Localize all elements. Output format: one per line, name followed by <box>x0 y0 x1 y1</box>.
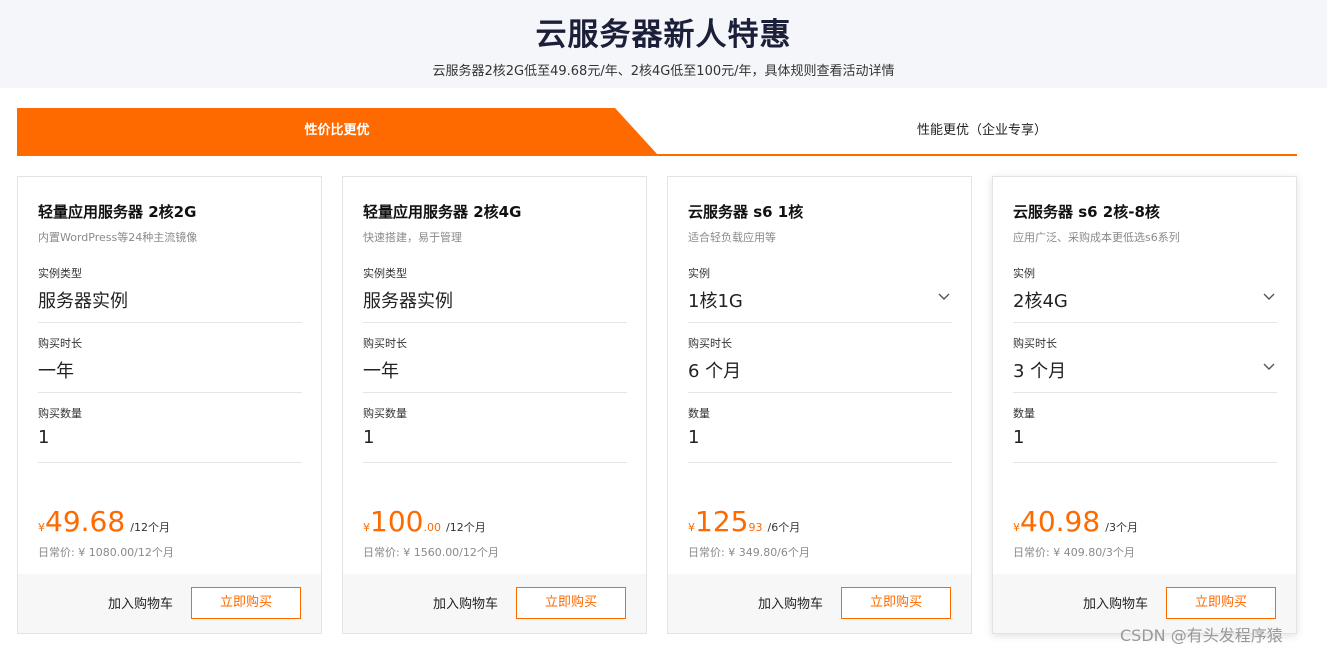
price: ¥49.68 /12个月 <box>38 505 170 538</box>
duration-label: 购买时长 <box>38 337 82 350</box>
divider <box>688 322 952 323</box>
duration-select-value: 3 个月 <box>1013 361 1067 382</box>
watermark: CSDN @有头发程序猿 <box>1120 626 1283 645</box>
promo-banner: 云服务器新人特惠 云服务器2核2G低至49.68元/年、2核4G低至100元/年… <box>0 0 1327 88</box>
duration-select[interactable]: 3 个月 <box>1013 357 1277 383</box>
page-subtitle: 云服务器2核2G低至49.68元/年、2核4G低至100元/年，具体规则查看活动… <box>432 64 895 79</box>
card-description: 内置WordPress等24种主流镜像 <box>38 231 198 244</box>
instance-select[interactable]: 2核4G <box>1013 287 1277 313</box>
buy-now-button[interactable]: 立即购买 <box>1166 587 1276 619</box>
add-to-cart-button[interactable]: 加入购物车 <box>108 593 173 612</box>
quantity-value: 1 <box>363 427 375 448</box>
product-card: 轻量应用服务器 2核2G 内置WordPress等24种主流镜像 实例类型 服务… <box>17 176 322 634</box>
regular-price: 日常价: ¥ 349.80/6个月 <box>688 546 810 559</box>
price-unit: /12个月 <box>130 521 170 534</box>
duration-value: 一年 <box>363 361 399 382</box>
divider <box>363 392 627 393</box>
quantity-value: 1 <box>688 427 700 448</box>
currency-symbol: ¥ <box>363 521 370 534</box>
card-title: 云服务器 s6 1核 <box>688 203 804 221</box>
instance-select-value: 2核4G <box>1013 291 1068 312</box>
instance-type-label: 实例类型 <box>38 267 82 280</box>
buy-now-button[interactable]: 立即购买 <box>841 587 951 619</box>
instance-label: 实例 <box>1013 267 1035 280</box>
tab-value[interactable]: 性价比更优 <box>17 108 657 154</box>
price: ¥12593 /6个月 <box>688 505 800 538</box>
duration-label: 购买时长 <box>1013 337 1057 350</box>
price: ¥40.98 /3个月 <box>1013 505 1138 538</box>
price: ¥100.00 /12个月 <box>363 505 486 538</box>
page-title: 云服务器新人特惠 <box>535 17 792 53</box>
divider <box>363 322 627 323</box>
card-title: 轻量应用服务器 2核4G <box>363 203 522 221</box>
add-to-cart-button[interactable]: 加入购物车 <box>1083 593 1148 612</box>
price-decimal: 93 <box>748 521 763 534</box>
price-unit: /3个月 <box>1105 521 1138 534</box>
currency-symbol: ¥ <box>688 521 695 534</box>
instance-select-value: 1核1G <box>688 291 743 312</box>
divider <box>1013 462 1277 463</box>
instance-label: 实例 <box>688 267 710 280</box>
card-footer: 加入购物车 立即购买 <box>668 574 971 633</box>
buy-now-button[interactable]: 立即购买 <box>516 587 626 619</box>
divider <box>38 462 302 463</box>
duration-label: 购买时长 <box>363 337 407 350</box>
divider <box>38 392 302 393</box>
price-unit: /6个月 <box>767 521 801 534</box>
quantity-value: 1 <box>38 427 50 448</box>
regular-price: 日常价: ¥ 409.80/3个月 <box>1013 546 1135 559</box>
card-title: 云服务器 s6 2核-8核 <box>1013 203 1160 221</box>
divider <box>1013 322 1277 323</box>
duration-label: 购买时长 <box>688 337 732 350</box>
add-to-cart-button[interactable]: 加入购物车 <box>433 593 498 612</box>
price-amount: 125 <box>695 505 749 538</box>
regular-price: 日常价: ¥ 1080.00/12个月 <box>38 546 174 559</box>
duration-value: 6 个月 <box>688 361 742 382</box>
divider <box>1013 392 1277 393</box>
divider <box>38 322 302 323</box>
divider <box>688 392 952 393</box>
price-amount: 40.98 <box>1020 505 1101 538</box>
regular-price: 日常价: ¥ 1560.00/12个月 <box>363 546 499 559</box>
chevron-down-icon <box>938 293 950 300</box>
currency-symbol: ¥ <box>1013 521 1020 534</box>
instance-type-value: 服务器实例 <box>38 291 128 312</box>
add-to-cart-button[interactable]: 加入购物车 <box>758 593 823 612</box>
instance-type-label: 实例类型 <box>363 267 407 280</box>
product-card: 云服务器 s6 1核 适合轻负载应用等 实例 1核1G 购买时长 6 个月 数量… <box>667 176 972 634</box>
card-description: 适合轻负载应用等 <box>688 231 776 244</box>
card-footer: 加入购物车 立即购买 <box>18 574 321 633</box>
tab-bar: 性价比更优 性能更优（企业专享） <box>17 108 1297 156</box>
instance-type-value: 服务器实例 <box>363 291 453 312</box>
price-amount: 49.68 <box>45 505 126 538</box>
tab-value-label: 性价比更优 <box>304 123 370 138</box>
product-card: 云服务器 s6 2核-8核 应用广泛、采购成本更低选s6系列 实例 2核4G 购… <box>992 176 1297 634</box>
price-amount: 100 <box>370 505 424 538</box>
card-description: 应用广泛、采购成本更低选s6系列 <box>1013 231 1180 244</box>
chevron-down-icon <box>1263 293 1275 300</box>
instance-select[interactable]: 1核1G <box>688 287 952 313</box>
product-card: 轻量应用服务器 2核4G 快速搭建，易于管理 实例类型 服务器实例 购买时长 一… <box>342 176 647 634</box>
duration-value: 一年 <box>38 361 74 382</box>
tab-performance[interactable]: 性能更优（企业专享） <box>667 108 1297 154</box>
price-decimal: .00 <box>423 521 441 534</box>
quantity-label: 数量 <box>688 407 710 420</box>
currency-symbol: ¥ <box>38 521 45 534</box>
price-unit: /12个月 <box>446 521 486 534</box>
quantity-label: 数量 <box>1013 407 1035 420</box>
quantity-label: 购买数量 <box>38 407 82 420</box>
buy-now-button[interactable]: 立即购买 <box>191 587 301 619</box>
divider <box>363 462 627 463</box>
divider <box>688 462 952 463</box>
quantity-value: 1 <box>1013 427 1025 448</box>
card-footer: 加入购物车 立即购买 <box>343 574 646 633</box>
quantity-label: 购买数量 <box>363 407 407 420</box>
card-description: 快速搭建，易于管理 <box>363 231 462 244</box>
card-title: 轻量应用服务器 2核2G <box>38 203 197 221</box>
chevron-down-icon <box>1263 363 1275 370</box>
